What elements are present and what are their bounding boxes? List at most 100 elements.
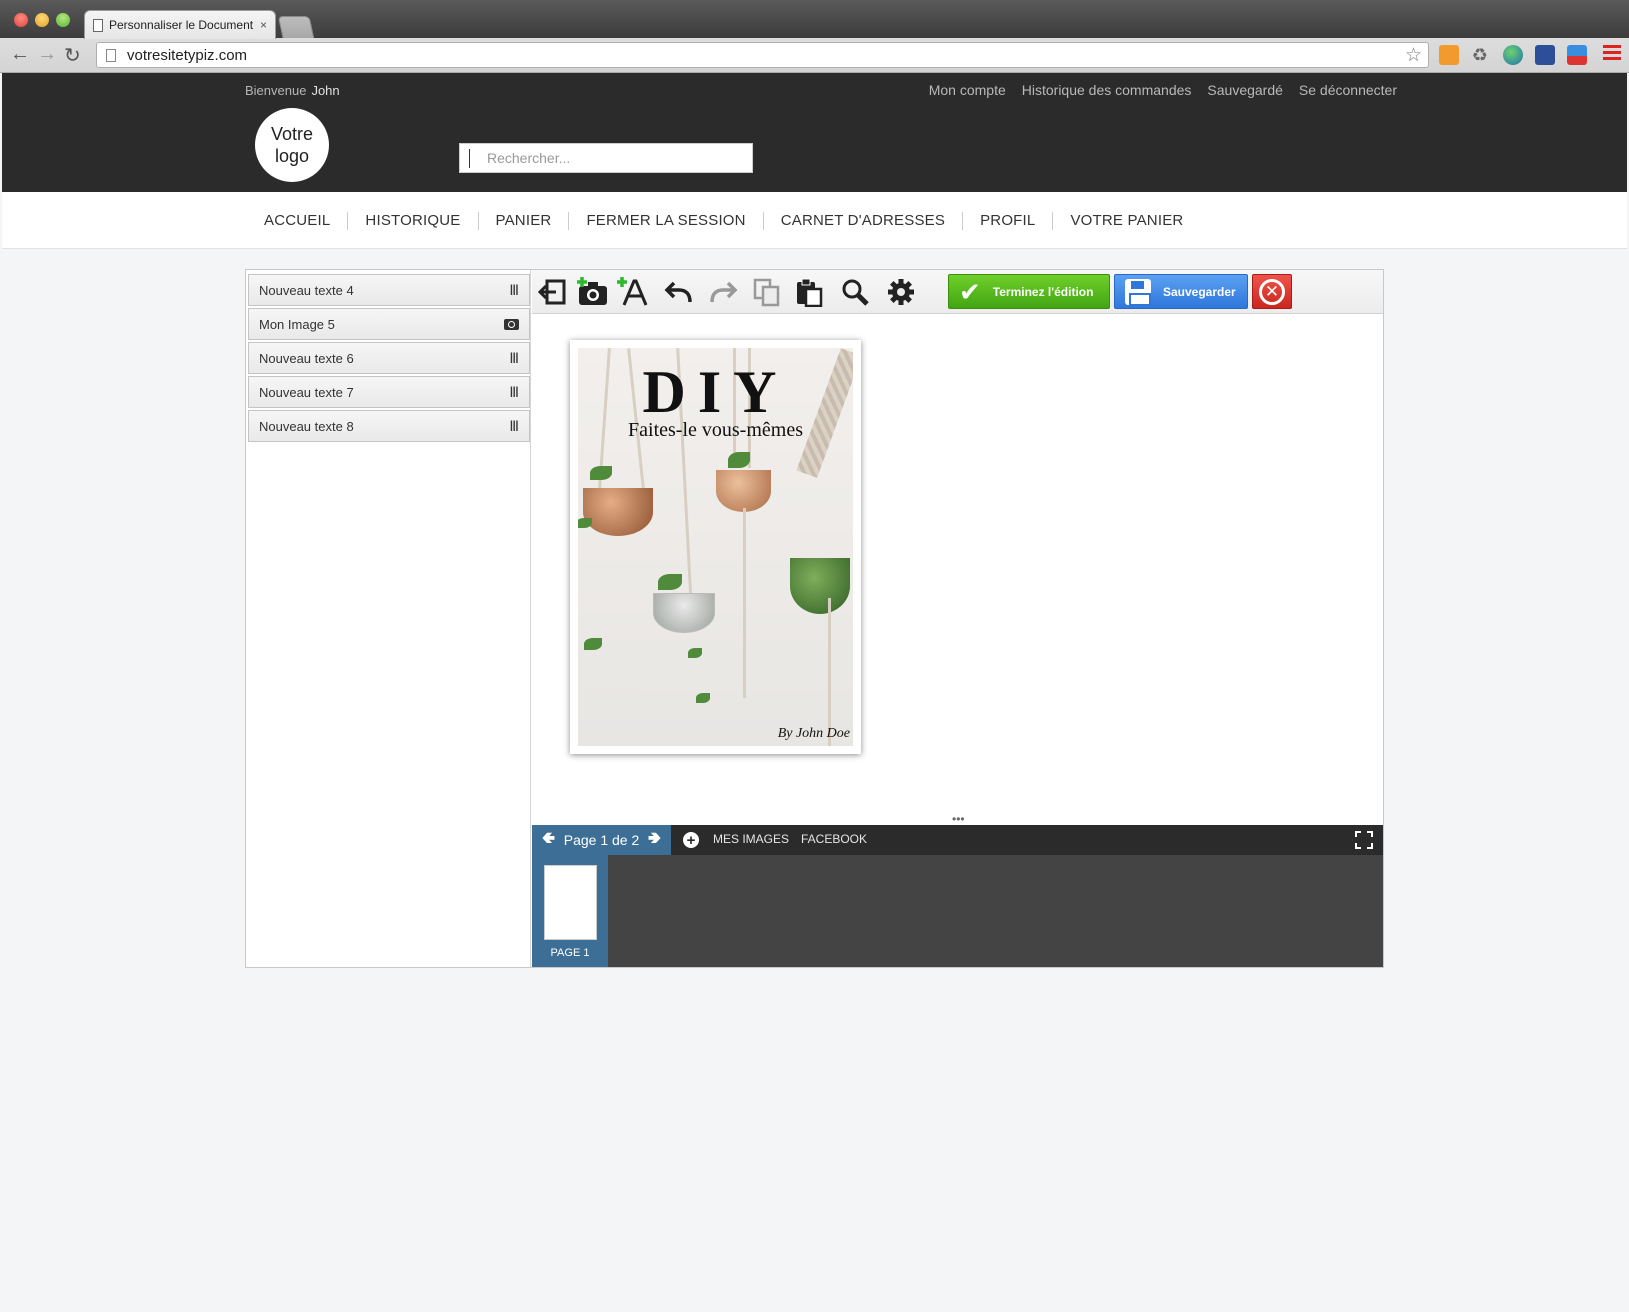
leaf-decoration — [696, 693, 710, 703]
page-icon — [106, 49, 116, 62]
copy-icon[interactable] — [748, 274, 786, 310]
checkmark-icon: ✔ — [959, 276, 981, 307]
redo-icon[interactable] — [704, 274, 742, 310]
layers-panel: Nouveau texte 4 Ⅲ Mon Image 5 Nouveau te… — [246, 270, 531, 967]
address-bar[interactable]: votresitetypiz.com ☆ — [96, 42, 1429, 68]
nav-panier[interactable]: PANIER — [477, 212, 569, 230]
link-sauvegarde[interactable]: Sauvegardé — [1207, 82, 1283, 98]
nav-fermer-session[interactable]: FERMER LA SESSION — [568, 212, 762, 230]
site-logo[interactable]: Votre logo — [255, 108, 329, 182]
add-page-icon[interactable]: + — [683, 832, 699, 848]
rope-decoration — [828, 598, 831, 746]
close-window-icon[interactable] — [14, 13, 28, 27]
nav-votre-panier[interactable]: VOTRE PANIER — [1052, 212, 1200, 230]
search-input[interactable] — [460, 144, 752, 172]
fdvt-extension-icon[interactable] — [1535, 45, 1555, 65]
document-page[interactable]: DIY Faites-le vous-mêmes By John Doe — [570, 340, 861, 754]
finish-editing-label: Terminez l'édition — [992, 284, 1094, 299]
document-icon — [93, 18, 103, 32]
page-thumbnail[interactable]: PAGE 1 — [532, 855, 608, 967]
document-subtitle[interactable]: Faites-le vous-mêmes — [578, 419, 853, 442]
prev-page-arrow-icon[interactable]: 🢀 — [542, 827, 555, 854]
leaf-decoration — [688, 648, 702, 658]
layer-item[interactable]: Nouveau texte 4 Ⅲ — [248, 274, 530, 306]
text-cursor-icon: Ⅲ — [509, 417, 519, 434]
new-extension-icon[interactable] — [1567, 45, 1587, 65]
tab-mes-images[interactable]: MES IMAGES — [713, 832, 789, 846]
welcome-label: Bienvenue — [245, 83, 307, 98]
link-deconnecter[interactable]: Se déconnecter — [1299, 82, 1397, 98]
undo-icon[interactable] — [660, 274, 698, 310]
bookmark-star-icon[interactable]: ☆ — [1405, 44, 1422, 67]
browser-menu-icon[interactable] — [1603, 45, 1621, 63]
page-indicator: Page 1 de 2 — [563, 832, 640, 848]
account-links: Mon compte Historique des commandes Sauv… — [929, 82, 1397, 98]
layer-item[interactable]: Nouveau texte 6 Ⅲ — [248, 342, 530, 374]
add-image-icon[interactable] — [574, 274, 612, 310]
minimize-window-icon[interactable] — [35, 13, 49, 27]
browser-tab[interactable]: Personnaliser le Document × — [84, 10, 276, 39]
tab-facebook[interactable]: FACEBOOK — [801, 832, 867, 846]
save-button[interactable]: Sauvegarder — [1114, 274, 1248, 309]
fullscreen-icon[interactable] — [1355, 831, 1373, 849]
nav-profil[interactable]: PROFIL — [962, 212, 1052, 230]
paste-icon[interactable] — [790, 274, 828, 310]
copper-pot — [716, 470, 771, 512]
page-thumbnails: PAGE 1 — [532, 855, 1383, 967]
layer-item[interactable]: Nouveau texte 7 Ⅲ — [248, 376, 530, 408]
document-editor: Nouveau texte 4 Ⅲ Mon Image 5 Nouveau te… — [245, 269, 1384, 968]
zoom-icon[interactable] — [836, 274, 874, 310]
text-cursor-icon: Ⅲ — [509, 349, 519, 366]
recycle-extension-icon[interactable]: ♻ — [1470, 45, 1490, 65]
document-author[interactable]: By John Doe — [778, 726, 850, 742]
browser-titlebar: Personnaliser le Document × — [0, 0, 1629, 39]
leaf-decoration — [658, 574, 682, 590]
layer-label: Nouveau texte 6 — [259, 350, 354, 366]
add-text-icon[interactable] — [614, 274, 652, 310]
reload-icon[interactable]: ↻ — [64, 43, 81, 68]
layer-label: Nouveau texte 4 — [259, 282, 354, 298]
nav-accueil[interactable]: ACCUEIL — [247, 212, 347, 230]
gear-icon[interactable] — [882, 274, 920, 310]
link-mon-compte[interactable]: Mon compte — [929, 82, 1006, 98]
thumbnail-label: PAGE 1 — [550, 947, 590, 959]
next-page-arrow-icon[interactable]: 🢂 — [648, 827, 661, 854]
main-navigation: ACCUEIL HISTORIQUE PANIER FERMER LA SESS… — [2, 192, 1627, 249]
tab-close-icon[interactable]: × — [260, 18, 267, 32]
link-historique-commandes[interactable]: Historique des commandes — [1022, 82, 1192, 98]
rope-decoration — [743, 508, 746, 698]
username: John — [311, 83, 340, 98]
url-text: votresitetypiz.com — [127, 46, 248, 64]
nav-historique[interactable]: HISTORIQUE — [347, 212, 477, 230]
panel-resize-handle[interactable]: ••• — [952, 813, 965, 825]
search-box[interactable] — [459, 143, 753, 173]
text-cursor-icon: Ⅲ — [509, 383, 519, 400]
browser-chrome: Personnaliser le Document × ← → ↻ votres… — [0, 0, 1629, 73]
layer-label: Nouveau texte 8 — [259, 418, 354, 434]
maximize-window-icon[interactable] — [56, 13, 70, 27]
exit-icon[interactable] — [534, 274, 572, 310]
welcome-message: Bienvenue John — [245, 83, 340, 98]
chart-extension-icon[interactable] — [1439, 45, 1459, 65]
document-title[interactable]: DIY — [578, 362, 853, 422]
floppy-disk-icon — [1125, 278, 1151, 306]
copper-pot — [583, 488, 653, 536]
globe-extension-icon[interactable] — [1503, 45, 1523, 65]
close-editor-button[interactable]: ✕ — [1252, 274, 1292, 309]
layer-item[interactable]: Nouveau texte 8 Ⅲ — [248, 410, 530, 442]
editor-canvas[interactable]: DIY Faites-le vous-mêmes By John Doe — [532, 314, 1383, 814]
plant-cluster — [790, 558, 850, 614]
finish-editing-button[interactable]: ✔ Terminez l'édition — [948, 274, 1110, 309]
pages-bar: 🢀 Page 1 de 2 🢂 + MES IMAGES FACEBOOK — [532, 825, 1383, 855]
cover-image[interactable]: DIY Faites-le vous-mêmes By John Doe — [578, 348, 853, 746]
tab-title: Personnaliser le Document — [109, 18, 254, 32]
back-arrow-icon[interactable]: ← — [10, 43, 30, 66]
editor-toolbar: ✔ Terminez l'édition Sauvegarder ✕ — [532, 270, 1383, 314]
forward-arrow-icon[interactable]: → — [37, 43, 57, 66]
nav-carnet-adresses[interactable]: CARNET D'ADRESSES — [762, 212, 962, 230]
new-tab-button[interactable] — [277, 16, 315, 38]
layer-item[interactable]: Mon Image 5 — [248, 308, 530, 340]
logo-text: Votre logo — [270, 124, 314, 166]
close-circle-icon: ✕ — [1259, 278, 1285, 305]
camera-icon — [504, 318, 519, 330]
